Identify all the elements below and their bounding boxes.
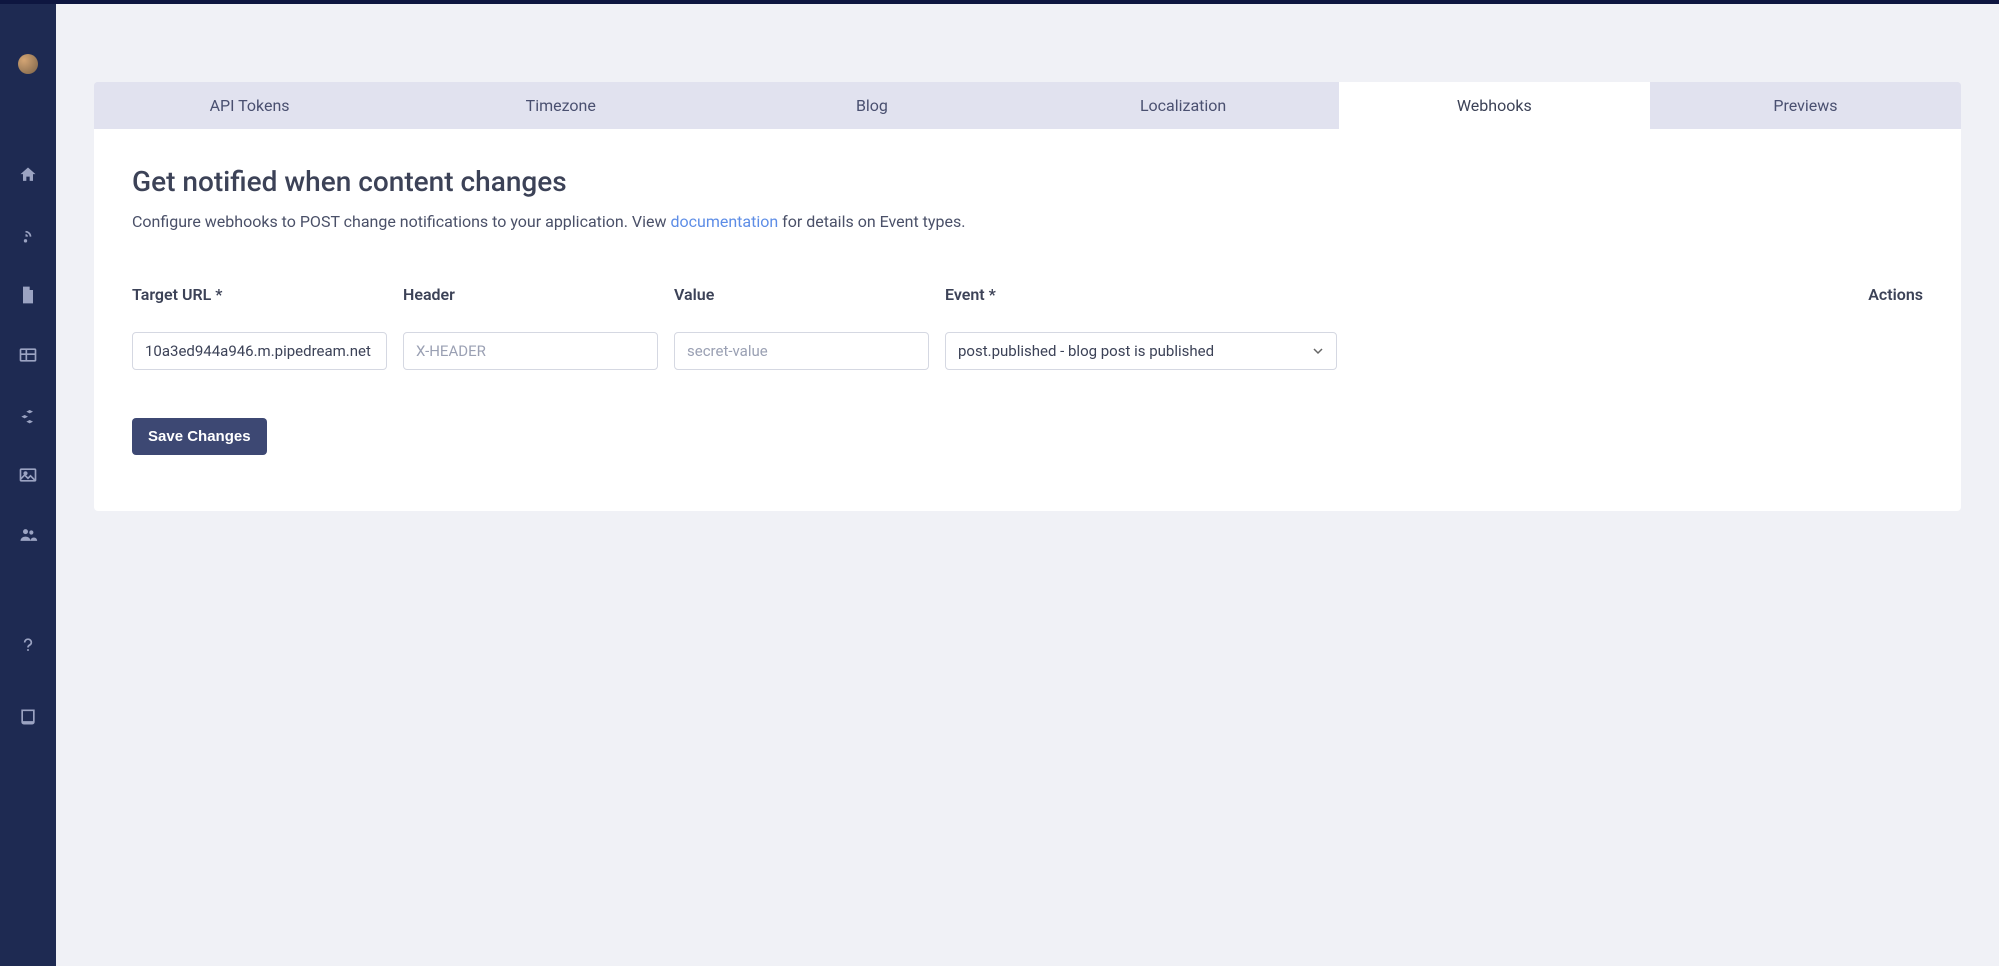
help-icon[interactable] [17,634,39,656]
page-title: Get notified when content changes [132,165,1923,198]
tab-timezone[interactable]: Timezone [405,82,716,129]
page-description: Configure webhooks to POST change notifi… [132,212,1923,231]
save-button[interactable]: Save Changes [132,418,267,455]
col-event: Event * post.published - blog post is pu… [945,285,1337,370]
label-target-url: Target URL * [132,285,387,304]
target-url-input[interactable] [132,332,387,370]
users-icon[interactable] [17,524,39,546]
layout: API Tokens Timezone Blog Localization We… [0,4,1999,966]
event-select[interactable]: post.published - blog post is published [945,332,1337,370]
desc-before: Configure webhooks to POST change notifi… [132,212,670,231]
blog-icon[interactable] [17,224,39,246]
col-actions: Actions [1353,285,1923,332]
webhook-form-row: Target URL * Header Value Event * [132,285,1923,370]
tab-localization[interactable]: Localization [1028,82,1339,129]
label-header: Header [403,285,658,304]
main: API Tokens Timezone Blog Localization We… [56,4,1999,966]
label-actions: Actions [1353,285,1923,304]
header-input[interactable] [403,332,658,370]
panel: Get notified when content changes Config… [94,129,1961,511]
tab-webhooks[interactable]: Webhooks [1339,82,1650,129]
col-target-url: Target URL * [132,285,387,370]
documentation-link[interactable]: documentation [670,212,778,231]
col-header: Header [403,285,658,370]
desc-after: for details on Event types. [778,212,965,231]
tab-api-tokens[interactable]: API Tokens [94,82,405,129]
tab-blog[interactable]: Blog [716,82,1027,129]
col-value: Value [674,285,929,370]
tab-previews[interactable]: Previews [1650,82,1961,129]
integrations-icon[interactable] [17,404,39,426]
docs-icon[interactable] [17,706,39,728]
value-input[interactable] [674,332,929,370]
content-wrap: API Tokens Timezone Blog Localization We… [56,4,1999,511]
grid-icon[interactable] [17,344,39,366]
media-icon[interactable] [17,464,39,486]
tabs: API Tokens Timezone Blog Localization We… [94,82,1961,129]
avatar[interactable] [18,54,38,74]
document-icon[interactable] [17,284,39,306]
label-value: Value [674,285,929,304]
home-icon[interactable] [17,164,39,186]
sidebar [0,4,56,966]
label-event: Event * [945,285,1337,304]
